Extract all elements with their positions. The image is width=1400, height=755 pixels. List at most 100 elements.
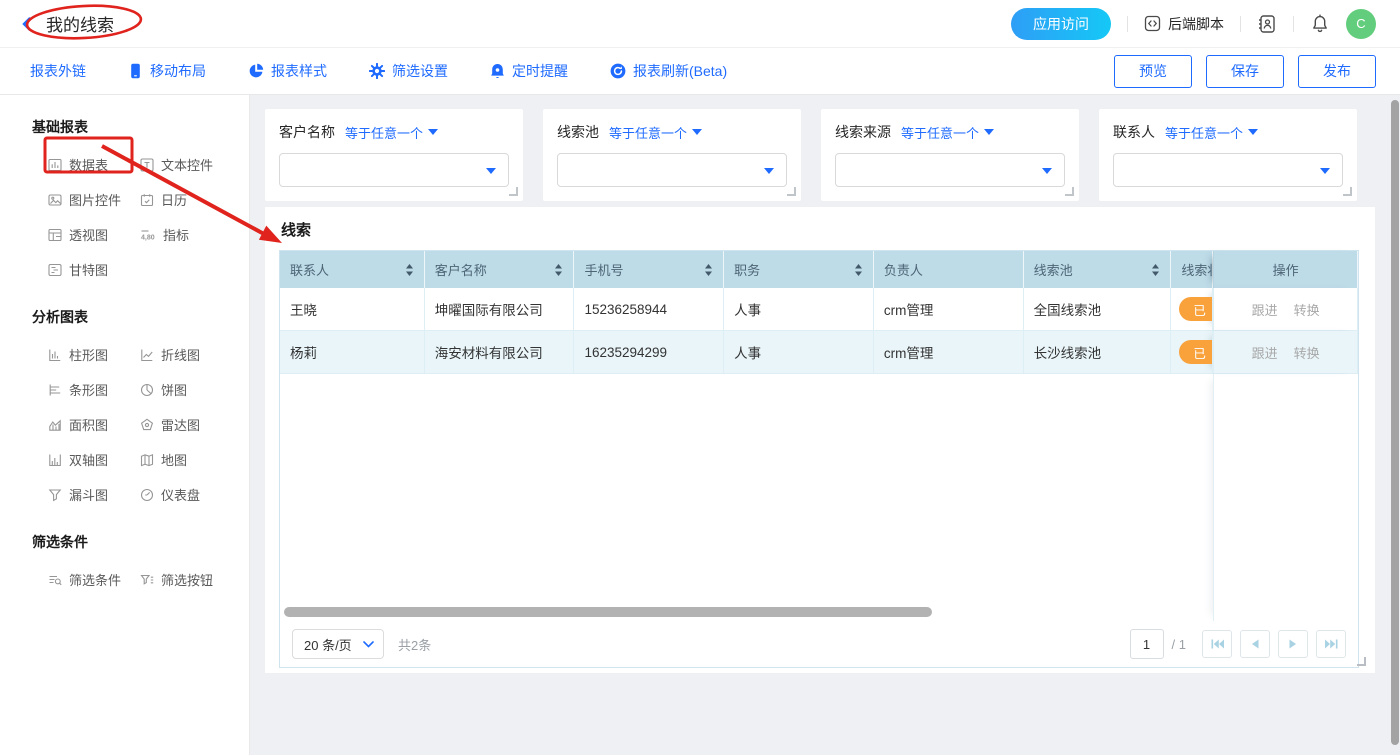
horizontal-scrollbar[interactable] [284,607,932,617]
convert-link[interactable]: 转换 [1294,300,1320,319]
filter-value-select[interactable] [835,153,1065,187]
filter-widget-lead-pool[interactable]: 线索池 等于任意一个 [543,109,801,201]
sidebar-item-data-table[interactable]: 数据表 [48,155,140,174]
current-page-input[interactable]: 1 [1130,629,1164,659]
sidebar-item-area-chart[interactable]: 面积图 [48,415,140,434]
save-button[interactable]: 保存 [1206,55,1284,88]
sidebar-item-pivot-table[interactable]: 透视图 [48,225,140,244]
resize-handle[interactable] [1343,187,1352,196]
column-header-contact[interactable]: 联系人 [280,251,425,288]
page-size-select[interactable]: 20 条/页 [292,629,384,659]
next-page-icon [1289,639,1297,649]
avatar[interactable]: C [1346,9,1376,39]
resize-handle[interactable] [509,187,518,196]
filter-value-select[interactable] [557,153,787,187]
sidebar-item-gauge[interactable]: 仪表盘 [140,485,249,504]
table-row[interactable]: 王晓 坤曜国际有限公司 15236258944 人事 crm管理 全国线索池 已… [280,288,1358,331]
sidebar-item-label: 筛选条件 [69,570,121,589]
filter-operator-dropdown[interactable]: 等于任意一个 [901,123,994,142]
column-header-owner[interactable]: 负责人 [874,251,1024,288]
sidebar-item-bar-chart[interactable]: 条形图 [48,380,140,399]
filter-operator-dropdown[interactable]: 等于任意一个 [609,123,702,142]
sidebar-item-gantt[interactable]: 甘特图 [48,260,140,279]
sidebar-item-filter-button[interactable]: 筛选按钮 [140,570,249,589]
chevron-down-icon [428,129,438,135]
filter-label: 线索来源 [835,122,891,142]
toolbar-item-report-refresh[interactable]: 报表刷新(Beta) [610,61,727,81]
sidebar-item-metric[interactable]: 4,80 指标 [140,225,249,244]
sidebar-item-column-chart[interactable]: 柱形图 [48,345,140,364]
filter-widgets-row: 客户名称 等于任意一个 线索池 等于任意 [265,109,1400,201]
sidebar-item-image-widget[interactable]: 图片控件 [48,190,140,209]
preview-button[interactable]: 预览 [1114,55,1192,88]
contacts-icon[interactable] [1257,14,1277,34]
toolbar-item-report-external-link[interactable]: 报表外链 [30,61,86,81]
column-header-position[interactable]: 职务 [724,251,874,288]
sidebar-item-radar-chart[interactable]: 雷达图 [140,415,249,434]
toolbar-item-filter-settings[interactable]: 筛选设置 [369,61,448,81]
column-header-lead-pool[interactable]: 线索池 [1024,251,1172,288]
sort-icon[interactable] [854,264,863,276]
sidebar-item-text-widget[interactable]: 文本控件 [140,155,249,174]
sidebar-item-label: 仪表盘 [161,485,200,504]
last-page-button[interactable] [1316,630,1346,658]
prev-page-button[interactable] [1240,630,1270,658]
follow-up-link[interactable]: 跟进 [1252,300,1278,319]
widget-sidebar: 基础报表 数据表 文本控件 [0,95,250,755]
report-toolbar: 报表外链 移动布局 报表样式 [0,48,1400,95]
filter-value-select[interactable] [1113,153,1343,187]
sidebar-item-label: 透视图 [69,225,108,244]
sidebar-item-dual-axis-chart[interactable]: 双轴图 [48,450,140,469]
sidebar-item-pie-chart[interactable]: 饼图 [140,380,249,399]
publish-button[interactable]: 发布 [1298,55,1376,88]
filter-operator-dropdown[interactable]: 等于任意一个 [345,123,438,142]
divider [1293,16,1294,32]
sort-icon[interactable] [554,264,563,276]
filter-widget-customer-name[interactable]: 客户名称 等于任意一个 [265,109,523,201]
sort-icon[interactable] [1151,264,1160,276]
data-table-widget-card[interactable]: 线索 联系人 客户名称 手机号 [265,207,1375,673]
first-page-button[interactable] [1202,630,1232,658]
filter-operator-dropdown[interactable]: 等于任意一个 [1165,123,1258,142]
sidebar-item-label: 折线图 [161,345,200,364]
toolbar-item-mobile-layout[interactable]: 移动布局 [128,61,206,81]
column-header-customer-name[interactable]: 客户名称 [425,251,575,288]
back-icon[interactable] [18,15,36,33]
filter-value-select[interactable] [279,153,509,187]
sidebar-item-line-chart[interactable]: 折线图 [140,345,249,364]
vertical-scrollbar[interactable] [1391,100,1399,745]
resize-handle[interactable] [787,187,796,196]
gantt-icon [48,263,62,277]
resize-handle[interactable] [1357,657,1366,666]
sort-icon[interactable] [405,264,414,276]
resize-handle[interactable] [1065,187,1074,196]
column-label: 线索状态 [1181,260,1213,279]
filter-widget-contact[interactable]: 联系人 等于任意一个 [1099,109,1357,201]
backend-script-button[interactable]: 后端脚本 [1144,14,1224,34]
follow-up-link[interactable]: 跟进 [1252,343,1278,362]
backend-script-label: 后端脚本 [1168,14,1224,34]
filter-condition-icon [48,573,62,587]
sort-icon[interactable] [704,264,713,276]
sidebar-item-label: 图片控件 [69,190,121,209]
toolbar-item-report-style[interactable]: 报表样式 [248,61,327,81]
notification-bell-icon[interactable] [1310,14,1330,34]
column-header-phone[interactable]: 手机号 [574,251,724,288]
convert-link[interactable]: 转换 [1294,343,1320,362]
table-row[interactable]: 杨莉 海安材料有限公司 16235294299 人事 crm管理 长沙线索池 已… [280,331,1358,374]
gauge-icon [140,488,154,502]
sidebar-item-label: 双轴图 [69,450,108,469]
sidebar-item-filter-condition[interactable]: 筛选条件 [48,570,140,589]
filter-widget-lead-source[interactable]: 线索来源 等于任意一个 [821,109,1079,201]
app-access-button[interactable]: 应用访问 [1011,8,1111,40]
column-label: 职务 [734,260,760,279]
sidebar-item-label: 文本控件 [161,155,213,174]
sidebar-item-funnel-chart[interactable]: 漏斗图 [48,485,140,504]
toolbar-item-scheduled-reminder[interactable]: 定时提醒 [490,61,568,81]
sidebar-item-map[interactable]: 地图 [140,450,249,469]
chevron-down-icon [984,129,994,135]
text-widget-icon [140,158,154,172]
column-header-lead-status[interactable]: 线索状态 [1171,251,1213,288]
sidebar-item-calendar[interactable]: 日历 [140,190,249,209]
next-page-button[interactable] [1278,630,1308,658]
